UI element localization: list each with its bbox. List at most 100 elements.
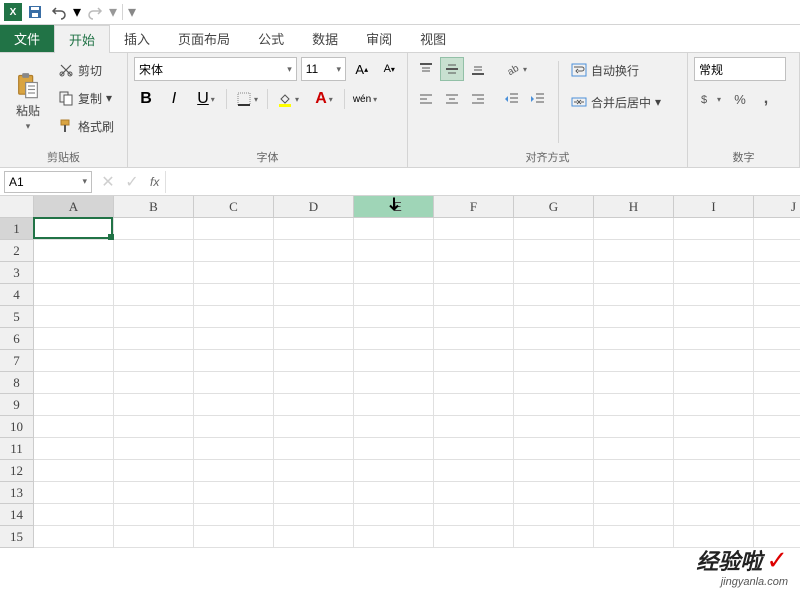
align-top-button[interactable] xyxy=(414,57,438,81)
cell[interactable] xyxy=(34,504,114,526)
cell[interactable] xyxy=(114,372,194,394)
border-button[interactable]: ▾ xyxy=(231,87,263,111)
cell[interactable] xyxy=(34,416,114,438)
cell[interactable] xyxy=(514,372,594,394)
cell[interactable] xyxy=(594,284,674,306)
cell[interactable] xyxy=(514,328,594,350)
cell[interactable] xyxy=(114,416,194,438)
cell[interactable] xyxy=(434,372,514,394)
cell[interactable] xyxy=(34,284,114,306)
row-header-15[interactable]: 15 xyxy=(0,526,34,548)
comma-style-button[interactable]: , xyxy=(754,87,778,111)
cell[interactable] xyxy=(114,350,194,372)
cell[interactable] xyxy=(274,416,354,438)
row-header-2[interactable]: 2 xyxy=(0,240,34,262)
cell[interactable] xyxy=(194,218,274,240)
row-header-11[interactable]: 11 xyxy=(0,438,34,460)
font-size-combo[interactable]: 11▾ xyxy=(301,57,346,81)
row-header-5[interactable]: 5 xyxy=(0,306,34,328)
cell[interactable] xyxy=(434,240,514,262)
undo-button[interactable] xyxy=(48,1,70,23)
cell[interactable] xyxy=(594,526,674,548)
cell[interactable] xyxy=(354,482,434,504)
cell[interactable] xyxy=(354,394,434,416)
cell[interactable] xyxy=(434,306,514,328)
cell[interactable] xyxy=(354,306,434,328)
cell[interactable] xyxy=(114,460,194,482)
cell[interactable] xyxy=(114,240,194,262)
select-all-corner[interactable] xyxy=(0,196,34,218)
cell[interactable] xyxy=(514,394,594,416)
cut-button[interactable]: 剪切 xyxy=(54,57,118,83)
cell[interactable] xyxy=(274,526,354,548)
cell[interactable] xyxy=(434,350,514,372)
cell[interactable] xyxy=(754,460,800,482)
cell[interactable] xyxy=(514,350,594,372)
phonetic-button[interactable]: wén▾ xyxy=(349,87,381,111)
cell[interactable] xyxy=(674,350,754,372)
cell[interactable] xyxy=(674,218,754,240)
cell[interactable] xyxy=(114,394,194,416)
column-header-B[interactable]: B xyxy=(114,196,194,218)
row-header-9[interactable]: 9 xyxy=(0,394,34,416)
align-center-button[interactable] xyxy=(440,87,464,111)
cell[interactable] xyxy=(754,372,800,394)
tab-home[interactable]: 开始 xyxy=(54,25,110,53)
cell[interactable] xyxy=(754,504,800,526)
cell[interactable] xyxy=(274,306,354,328)
cell[interactable] xyxy=(594,218,674,240)
cell[interactable] xyxy=(754,482,800,504)
fx-icon[interactable]: fx xyxy=(144,175,165,189)
decrease-indent-button[interactable] xyxy=(500,87,524,111)
cell[interactable] xyxy=(354,526,434,548)
cell[interactable] xyxy=(674,372,754,394)
cell[interactable] xyxy=(274,284,354,306)
redo-dropdown[interactable]: ▾ xyxy=(108,2,118,22)
cell[interactable] xyxy=(194,526,274,548)
column-header-C[interactable]: C xyxy=(194,196,274,218)
redo-button[interactable] xyxy=(84,1,106,23)
cell[interactable] xyxy=(434,460,514,482)
cell[interactable] xyxy=(354,438,434,460)
cell[interactable] xyxy=(514,218,594,240)
cell[interactable] xyxy=(354,460,434,482)
font-color-button[interactable]: A▾ xyxy=(308,87,340,111)
cell[interactable] xyxy=(594,394,674,416)
cell[interactable] xyxy=(754,284,800,306)
cell[interactable] xyxy=(594,438,674,460)
cell[interactable] xyxy=(514,262,594,284)
increase-font-size-button[interactable]: A▴ xyxy=(350,57,374,81)
cell[interactable] xyxy=(754,262,800,284)
cell[interactable] xyxy=(354,504,434,526)
cell[interactable] xyxy=(514,482,594,504)
cell[interactable] xyxy=(434,328,514,350)
cell[interactable] xyxy=(674,460,754,482)
fill-color-button[interactable]: ▾ xyxy=(272,87,304,111)
column-header-H[interactable]: H xyxy=(594,196,674,218)
cell[interactable] xyxy=(274,262,354,284)
cell[interactable] xyxy=(434,218,514,240)
cell[interactable] xyxy=(674,240,754,262)
cell[interactable] xyxy=(194,438,274,460)
cell[interactable] xyxy=(514,284,594,306)
decrease-font-size-button[interactable]: A▾ xyxy=(378,57,402,81)
cell[interactable] xyxy=(594,504,674,526)
cell[interactable] xyxy=(514,504,594,526)
cell[interactable] xyxy=(434,394,514,416)
accounting-format-button[interactable]: $▾ xyxy=(694,87,726,111)
cell[interactable] xyxy=(674,262,754,284)
cell[interactable] xyxy=(194,504,274,526)
cell[interactable] xyxy=(274,460,354,482)
wrap-text-button[interactable]: 自动换行 xyxy=(567,57,665,83)
cell[interactable] xyxy=(114,218,194,240)
cell[interactable] xyxy=(514,416,594,438)
cell[interactable] xyxy=(34,438,114,460)
cell[interactable] xyxy=(674,416,754,438)
merge-center-button[interactable]: 合并后居中▾ xyxy=(567,89,665,115)
cell[interactable] xyxy=(34,262,114,284)
cell[interactable] xyxy=(434,504,514,526)
row-header-8[interactable]: 8 xyxy=(0,372,34,394)
cell[interactable] xyxy=(114,526,194,548)
tab-insert[interactable]: 插入 xyxy=(110,25,164,52)
cell[interactable] xyxy=(514,438,594,460)
